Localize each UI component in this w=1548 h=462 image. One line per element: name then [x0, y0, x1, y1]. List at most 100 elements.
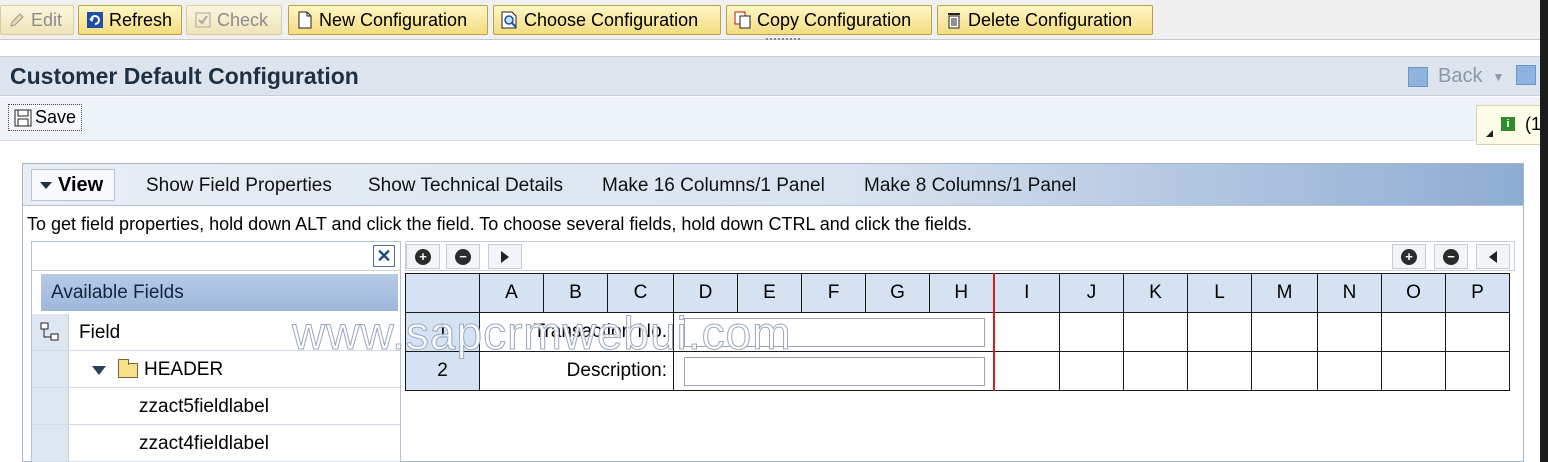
- grid-row-number[interactable]: 1: [405, 312, 480, 352]
- grid-column-header[interactable]: C: [607, 273, 674, 313]
- chevron-down-icon[interactable]: ▼: [1492, 70, 1504, 84]
- close-icon[interactable]: ✕: [373, 245, 395, 267]
- app-window: Edit Refresh Check New Configuration Cho…: [0, 0, 1548, 462]
- view-menu-button[interactable]: View: [31, 169, 115, 201]
- add-row-button[interactable]: +: [406, 244, 440, 269]
- new-configuration-label: New Configuration: [319, 9, 468, 30]
- grid-cell[interactable]: [1381, 351, 1446, 391]
- make-8-columns-link[interactable]: Make 8 Columns/1 Panel: [864, 175, 1076, 197]
- check-button-label: Check: [217, 9, 269, 30]
- grid-row: 1 Transaction No.: [405, 312, 1510, 352]
- grid-cell[interactable]: [1317, 351, 1382, 391]
- title-bar: Customer Default Configuration Back ▼: [0, 56, 1548, 96]
- grid-cell[interactable]: [1059, 351, 1124, 391]
- remove-row-button[interactable]: −: [446, 244, 480, 269]
- edit-button[interactable]: Edit: [0, 5, 74, 35]
- refresh-icon: [85, 10, 105, 30]
- grid-column-header[interactable]: O: [1381, 273, 1446, 313]
- description-input[interactable]: [684, 356, 985, 386]
- minus-circle-icon: −: [1443, 248, 1459, 265]
- expand-triangle-icon[interactable]: [92, 365, 106, 375]
- tree-row-field[interactable]: zzact4fieldlabel: [32, 425, 400, 462]
- minus-circle-icon: −: [455, 248, 471, 265]
- grid-column-header[interactable]: L: [1187, 273, 1252, 313]
- grid-column-header[interactable]: E: [737, 273, 802, 313]
- show-field-properties-link[interactable]: Show Field Properties: [146, 175, 332, 197]
- tree-row-field[interactable]: zzact5fieldlabel: [32, 388, 400, 425]
- grid-toolbar: + − + −: [405, 241, 1515, 271]
- grid-column-header[interactable]: P: [1445, 273, 1510, 313]
- grid-header-row: A B C D E F G H I J K L M N O P: [405, 273, 1510, 313]
- tree-toolbar: ✕: [32, 242, 400, 271]
- back-button[interactable]: Back ▼: [1408, 65, 1504, 88]
- field-label-transaction-no[interactable]: Transaction No.: [479, 312, 674, 352]
- grid-column-header[interactable]: H: [929, 273, 995, 313]
- grid-column-header[interactable]: B: [543, 273, 608, 313]
- grid-cell[interactable]: [1317, 312, 1382, 352]
- grid-cell[interactable]: [1251, 312, 1318, 352]
- tree-node-label: HEADER: [144, 359, 224, 380]
- save-button[interactable]: Save: [8, 104, 83, 131]
- grid-column-header[interactable]: A: [479, 273, 544, 313]
- grid-cell[interactable]: [993, 351, 1060, 391]
- edit-button-label: Edit: [31, 9, 63, 30]
- toolbar-resize-handle[interactable]: [766, 38, 800, 42]
- configuration-panel: View Show Field Properties Show Technica…: [22, 163, 1524, 462]
- trash-icon: [944, 10, 964, 30]
- grid-column-header[interactable]: N: [1317, 273, 1382, 313]
- tree-title: Available Fields: [41, 274, 398, 311]
- tree-node: HEADER: [92, 358, 224, 381]
- refresh-button[interactable]: Refresh: [78, 5, 182, 35]
- check-button[interactable]: Check: [186, 5, 282, 35]
- tree-node-label: zzact4fieldlabel: [139, 433, 269, 454]
- add-column-button[interactable]: +: [1392, 244, 1426, 269]
- window-edge: [1540, 0, 1548, 462]
- remove-column-button[interactable]: −: [1434, 244, 1468, 269]
- message-count: (1: [1525, 114, 1542, 134]
- grid-cell[interactable]: [1445, 351, 1510, 391]
- grid-cell[interactable]: [1123, 351, 1188, 391]
- grid-cell[interactable]: [1123, 312, 1188, 352]
- new-configuration-button[interactable]: New Configuration: [288, 5, 488, 35]
- tree-column-header: Field: [32, 314, 400, 351]
- grid-column-header[interactable]: I: [993, 273, 1060, 313]
- expand-right-button[interactable]: [488, 244, 522, 269]
- grid-cell[interactable]: [1187, 351, 1252, 391]
- choose-configuration-label: Choose Configuration: [524, 9, 699, 30]
- grid-column-header[interactable]: F: [801, 273, 866, 313]
- grid-column-header[interactable]: M: [1251, 273, 1318, 313]
- forward-icon[interactable]: [1516, 65, 1536, 85]
- grid-cell[interactable]: [1187, 312, 1252, 352]
- grid-column-header[interactable]: D: [673, 273, 738, 313]
- save-bar: Save i (1: [0, 97, 1548, 145]
- grid-column-header[interactable]: J: [1059, 273, 1124, 313]
- grid-column-header[interactable]: K: [1123, 273, 1188, 313]
- page-title: Customer Default Configuration: [10, 63, 359, 89]
- grid-cell[interactable]: [1381, 312, 1446, 352]
- grid-row-number[interactable]: 2: [405, 351, 480, 391]
- folder-icon: [118, 358, 138, 378]
- grid-cell[interactable]: [1251, 351, 1318, 391]
- field-label-description[interactable]: Description:: [479, 351, 674, 391]
- grid-cell[interactable]: [1059, 312, 1124, 352]
- message-area[interactable]: i (1: [1476, 105, 1548, 145]
- show-technical-details-link[interactable]: Show Technical Details: [368, 175, 563, 197]
- hierarchy-icon[interactable]: [32, 314, 69, 350]
- row-gutter: [32, 351, 69, 387]
- row-gutter: [32, 388, 69, 424]
- delete-configuration-button[interactable]: Delete Configuration: [937, 5, 1153, 35]
- make-16-columns-link[interactable]: Make 16 Columns/1 Panel: [602, 175, 825, 197]
- grid-cell[interactable]: [1445, 312, 1510, 352]
- row-gutter: [32, 425, 69, 461]
- grid-row: 2 Description:: [405, 351, 1510, 391]
- grid-cell[interactable]: [993, 312, 1060, 352]
- copy-configuration-button[interactable]: Copy Configuration: [726, 5, 932, 35]
- collapse-left-button[interactable]: [1476, 244, 1510, 269]
- tree-node-label: zzact5fieldlabel: [139, 396, 269, 417]
- grid-column-header[interactable]: G: [865, 273, 930, 313]
- choose-configuration-button[interactable]: Choose Configuration: [493, 5, 721, 35]
- transaction-no-input[interactable]: [684, 317, 985, 347]
- plus-circle-icon: +: [1401, 248, 1417, 265]
- available-fields-tree: ✕ Available Fields Field HEADER zzact5fi…: [31, 241, 401, 462]
- tree-row-header[interactable]: HEADER: [32, 351, 400, 388]
